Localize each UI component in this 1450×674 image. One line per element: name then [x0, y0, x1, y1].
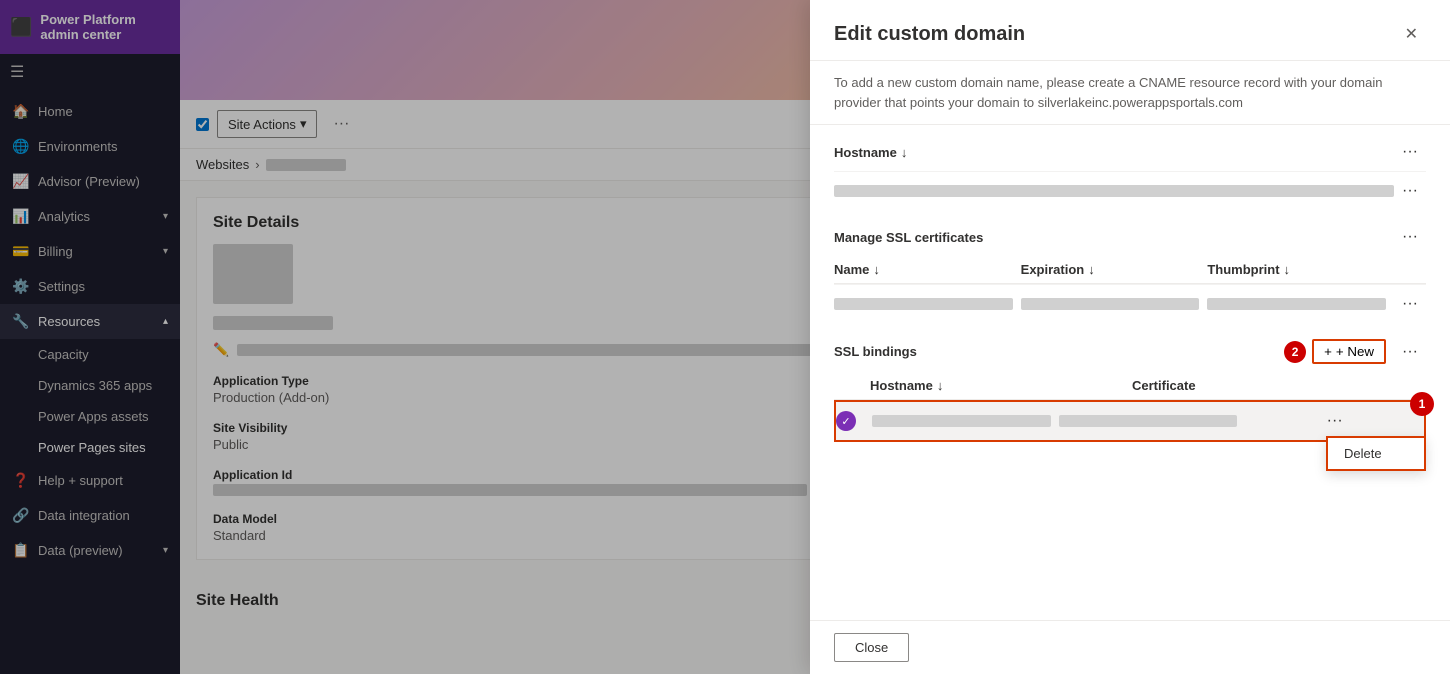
sort-icon: ↓	[1284, 262, 1291, 277]
callout-2: 2	[1284, 341, 1306, 363]
callout-1: 1	[1410, 392, 1434, 416]
ssl-col-expiration: Expiration ↓	[1021, 262, 1200, 277]
panel-description: To add a new custom domain name, please …	[810, 61, 1450, 125]
sort-icon: ↓	[1088, 262, 1095, 277]
hostname-more-button[interactable]: ···	[1394, 141, 1426, 163]
binding-row-more-button[interactable]: ···	[1245, 410, 1424, 432]
plus-icon: +	[1324, 344, 1332, 359]
delete-menu-item[interactable]: Delete	[1328, 438, 1424, 469]
binding-hostname-redacted	[872, 415, 1051, 427]
ssl-data-row: ···	[834, 284, 1426, 323]
new-label: + New	[1336, 344, 1374, 359]
hostname-label: Hostname ↓	[834, 145, 907, 160]
binding-check-icon: ✓	[836, 411, 856, 431]
hostname-row-more-button[interactable]: ···	[1394, 180, 1426, 202]
ssl-bindings-section: SSL bindings 2 + + New ··· Hostname	[834, 339, 1426, 442]
new-binding-button[interactable]: + + New	[1312, 339, 1386, 364]
panel-close-button[interactable]: ✕	[1397, 20, 1426, 48]
edit-custom-domain-panel: Edit custom domain ✕ To add a new custom…	[810, 0, 1450, 674]
bindings-label: SSL bindings	[834, 344, 917, 359]
bindings-more-button[interactable]: ···	[1394, 341, 1426, 363]
panel-header: Edit custom domain ✕	[810, 0, 1450, 61]
ssl-label: Manage SSL certificates	[834, 230, 983, 245]
hostname-section-header: Hostname ↓ ···	[834, 141, 1426, 163]
panel-title: Edit custom domain	[834, 23, 1025, 46]
bindings-header-row: SSL bindings 2 + + New ···	[834, 339, 1426, 364]
bindings-columns: Hostname ↓ Certificate	[834, 372, 1426, 400]
ssl-header-row: Manage SSL certificates ···	[834, 226, 1426, 248]
bindings-data-row-wrapper: ✓ ··· 1 Delete	[834, 400, 1426, 442]
sort-icon: ↓	[901, 145, 908, 160]
delete-context-menu: Delete	[1326, 436, 1426, 471]
hostname-data-row: ···	[834, 171, 1426, 210]
ssl-col-name: Name ↓	[834, 262, 1013, 277]
ssl-columns: Name ↓ Expiration ↓ Thumbprint ↓	[834, 256, 1426, 284]
ssl-row-more-button[interactable]: ···	[1394, 293, 1426, 315]
sort-icon: ↓	[873, 262, 880, 277]
bindings-col-certificate: Certificate	[1132, 378, 1386, 393]
binding-cert-redacted	[1059, 415, 1238, 427]
bindings-col-hostname: Hostname ↓	[870, 378, 1124, 393]
ssl-section: Manage SSL certificates ··· Name ↓ Expir…	[834, 226, 1426, 323]
ssl-col-thumbprint: Thumbprint ↓	[1207, 262, 1386, 277]
bindings-actions: 2 + + New ···	[1284, 339, 1426, 364]
ssl-thumbprint-redacted	[1207, 298, 1386, 310]
hostname-value-redacted	[834, 185, 1394, 197]
ssl-more-button[interactable]: ···	[1394, 226, 1426, 248]
panel-body: Hostname ↓ ··· ··· Manage SSL certificat…	[810, 125, 1450, 620]
ssl-expiration-redacted	[1021, 298, 1200, 310]
new-button-wrapper: 2 + + New	[1284, 339, 1386, 364]
ssl-name-redacted	[834, 298, 1013, 310]
panel-footer: Close	[810, 620, 1450, 674]
close-panel-button[interactable]: Close	[834, 633, 909, 662]
sort-icon: ↓	[937, 378, 944, 393]
